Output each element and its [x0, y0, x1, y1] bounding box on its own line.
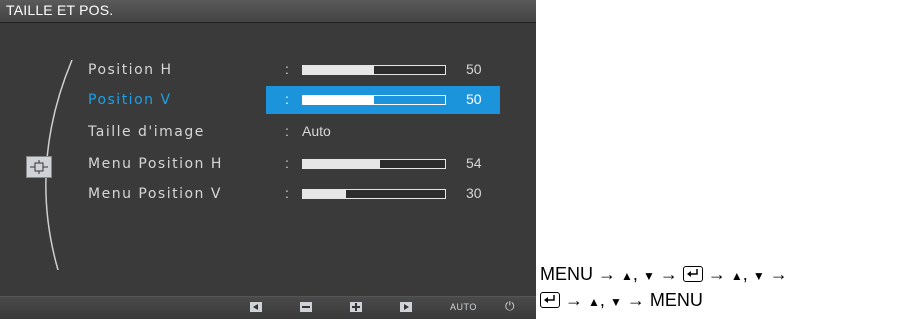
menu-position-v-value: 30	[466, 185, 482, 201]
arrow: →	[626, 290, 645, 310]
menu-item-position-h[interactable]: Position H : 50	[80, 56, 500, 84]
separator: ,	[742, 264, 748, 284]
plus-button-icon[interactable]	[350, 302, 362, 312]
down-arrow-icon: ▼	[642, 269, 655, 283]
menu-item-label: Menu Position H	[88, 156, 223, 172]
arrow: →	[707, 264, 726, 284]
enter-key-icon	[540, 292, 560, 308]
power-icon[interactable]: ⏻	[505, 299, 515, 314]
slider-fill	[303, 190, 346, 198]
up-arrow-icon: ▲	[730, 269, 743, 283]
down-arrow-icon: ▼	[752, 269, 765, 283]
up-arrow-icon: ▲	[621, 269, 633, 283]
menu-item-position-v[interactable]: Position V : 50	[80, 86, 500, 114]
menu-text: MENU	[649, 290, 703, 310]
menu-text: MENU	[540, 264, 593, 284]
menu-item-label: Position V	[88, 92, 172, 108]
separator: ,	[632, 264, 638, 284]
osd-panel: TAILLE ET POS. Position H : 50 Position …	[0, 0, 536, 319]
slider-fill	[303, 96, 374, 104]
position-v-value: 50	[466, 91, 482, 107]
position-v-slider[interactable]	[302, 95, 446, 105]
slider-fill	[303, 160, 380, 168]
colon: :	[285, 61, 289, 77]
size-position-icon[interactable]	[26, 156, 52, 178]
menu-position-v-slider[interactable]	[302, 189, 446, 199]
menu-item-label: Taille d'image	[88, 124, 205, 140]
colon: :	[285, 123, 289, 139]
menu-item-label: Position H	[88, 62, 173, 78]
osd-title-bar: TAILLE ET POS.	[0, 0, 536, 23]
minus-button-icon[interactable]	[300, 302, 312, 312]
menu-position-h-value: 54	[466, 155, 482, 171]
arrow: →	[769, 264, 788, 284]
position-h-slider[interactable]	[302, 65, 446, 75]
left-button-icon[interactable]	[250, 302, 262, 312]
arrow: →	[659, 264, 678, 284]
colon: :	[285, 155, 289, 171]
separator: ,	[599, 290, 605, 310]
instruction-line-2: → ▲, ▼ → MENU	[540, 288, 788, 314]
auto-button[interactable]: AUTO	[450, 302, 477, 312]
arrow: →	[565, 290, 584, 310]
up-arrow-icon: ▲	[588, 295, 600, 309]
menu-position-h-slider[interactable]	[302, 159, 446, 169]
osd-title: TAILLE ET POS.	[6, 2, 114, 18]
navigation-instructions: MENU → ▲, ▼ → → ▲, ▼ → → ▲, ▼ → MENU	[540, 262, 788, 314]
down-arrow-icon: ▼	[609, 295, 622, 309]
menu-item-menu-position-h[interactable]: Menu Position H : 54	[80, 150, 500, 178]
position-h-value: 50	[466, 61, 482, 77]
colon: :	[285, 185, 289, 201]
right-button-icon[interactable]	[400, 302, 412, 312]
arrow: →	[598, 264, 617, 284]
enter-key-icon	[682, 266, 703, 282]
menu-item-image-size[interactable]: Taille d'image : Auto	[80, 118, 500, 146]
slider-fill	[303, 66, 374, 74]
image-size-value: Auto	[302, 123, 331, 139]
menu-item-menu-position-v[interactable]: Menu Position V : 30	[80, 180, 500, 208]
osd-button-bar: AUTO ⏻	[0, 296, 536, 319]
menu-item-label: Menu Position V	[88, 186, 222, 202]
instruction-line-1: MENU → ▲, ▼ → → ▲, ▼ →	[540, 262, 788, 288]
colon: :	[285, 91, 289, 107]
